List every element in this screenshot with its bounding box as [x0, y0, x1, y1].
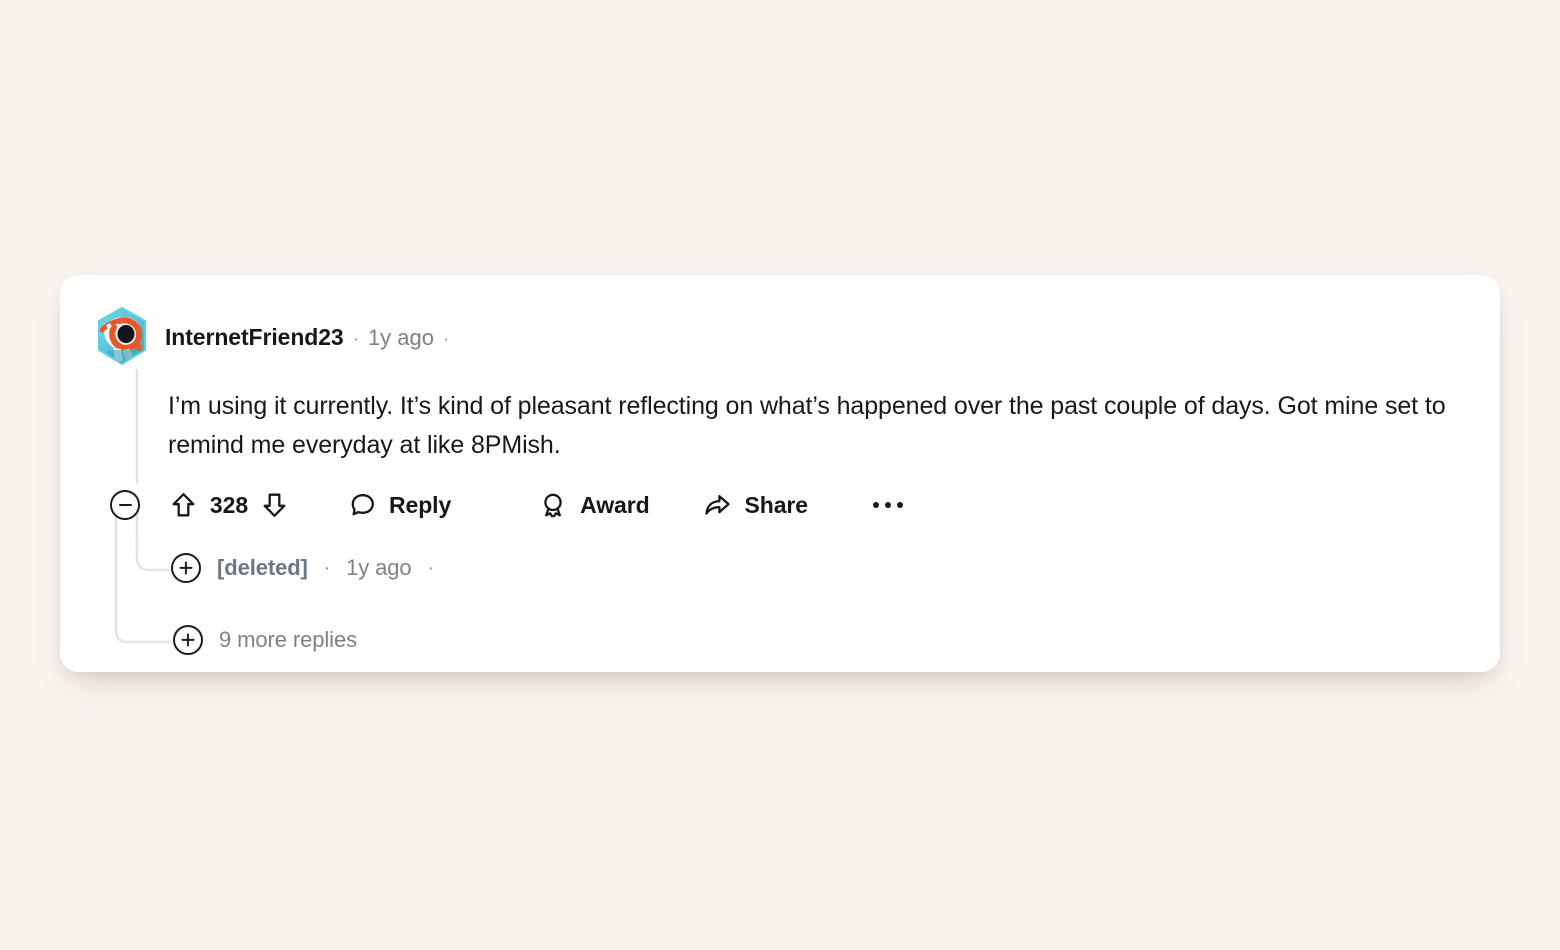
avatar[interactable]: [93, 306, 151, 368]
reply-author[interactable]: [deleted]: [217, 555, 308, 581]
ellipsis-icon-dot-3: [896, 502, 903, 508]
vote-group: 328: [170, 491, 288, 519]
comment-meta: InternetFriend23 · 1y ago ·: [165, 324, 449, 351]
reply-separator-dot: ·: [323, 557, 331, 579]
comment-body-text: I’m using it currently. It’s kind of ple…: [168, 392, 1446, 459]
share-arrow-icon: [702, 491, 732, 519]
upvote-arrow-icon: [172, 493, 195, 517]
comment-header: InternetFriend23 · 1y ago ·: [93, 306, 449, 368]
downvote-button[interactable]: [261, 491, 288, 519]
upvote-button[interactable]: [170, 491, 197, 519]
reply-trailing-dot: ·: [427, 557, 434, 579]
vote-score: 328: [209, 491, 249, 518]
ellipsis-icon-dot-2: [884, 502, 891, 508]
comment-action-bar: 328 Reply Award Share: [110, 483, 905, 527]
comment-card: InternetFriend23 · 1y ago · I’m using it…: [60, 275, 1500, 672]
expand-reply-button[interactable]: [171, 553, 201, 583]
meta-trailing-dot: ·: [443, 328, 450, 350]
minus-circle-icon: [118, 503, 132, 507]
comment-timestamp: 1y ago: [367, 324, 434, 350]
more-replies-row[interactable]: 9 more replies: [173, 625, 357, 655]
collapse-thread-button[interactable]: [110, 490, 140, 520]
collapsed-reply-deleted: [deleted] · 1y ago ·: [171, 553, 434, 583]
expand-more-replies-button[interactable]: [173, 625, 203, 655]
reply-timestamp: 1y ago: [346, 555, 412, 580]
reddit-snoo-avatar-icon: [98, 306, 146, 366]
more-options-button[interactable]: [871, 496, 905, 514]
comment-author[interactable]: InternetFriend23: [165, 324, 344, 351]
meta-separator-dot: ·: [352, 328, 359, 350]
share-label: Share: [744, 491, 809, 518]
ellipsis-icon-dot-1: [872, 502, 879, 508]
award-badge-icon: [539, 491, 567, 519]
page-root: InternetFriend23 · 1y ago · I’m using it…: [0, 0, 1560, 950]
speech-bubble-icon: [348, 491, 376, 519]
reply-label: Reply: [389, 491, 452, 518]
award-label: Award: [580, 491, 650, 518]
share-button[interactable]: Share: [702, 491, 808, 519]
downvote-arrow-icon: [263, 493, 286, 517]
award-button[interactable]: Award: [539, 491, 650, 519]
reply-button[interactable]: Reply: [348, 491, 451, 519]
more-replies-label[interactable]: 9 more replies: [219, 627, 357, 653]
